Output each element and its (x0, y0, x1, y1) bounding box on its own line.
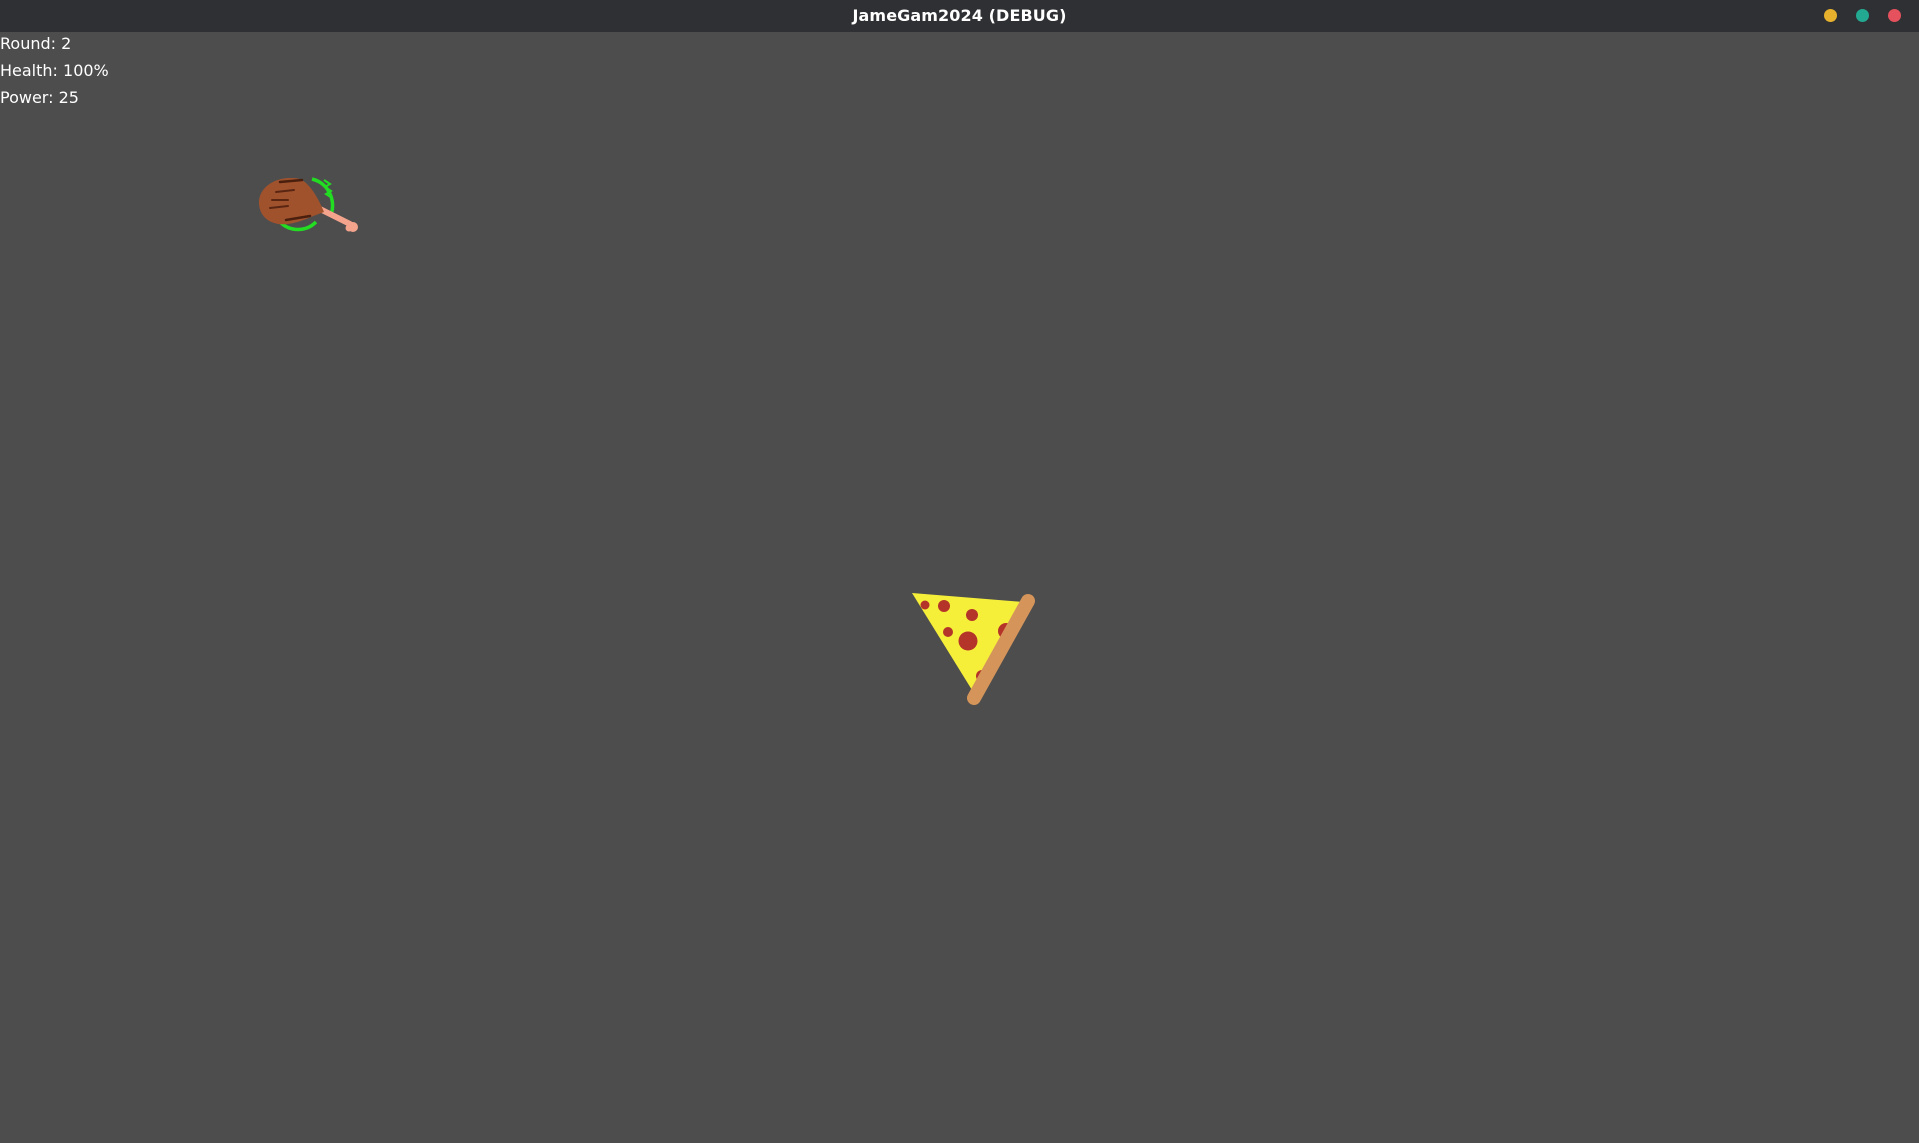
health-readout: Health: 100% (0, 61, 109, 80)
close-button[interactable] (1888, 9, 1901, 22)
chicken-drumstick-icon (258, 177, 358, 232)
window-title: JameGam2024 (DEBUG) (852, 6, 1067, 25)
maximize-button[interactable] (1856, 9, 1869, 22)
minimize-button[interactable] (1824, 9, 1837, 22)
game-viewport[interactable]: Round: 2 Health: 100% Power: 25 (0, 32, 1919, 1143)
power-readout: Power: 25 (0, 88, 79, 107)
pizza-slice-icon (912, 593, 1035, 705)
enemy-pizza-slice (912, 593, 1035, 705)
player-drumstick (258, 177, 358, 232)
round-counter: Round: 2 (0, 34, 72, 53)
hud: Round: 2 Health: 100% Power: 25 (0, 32, 109, 113)
game-window: JameGam2024 (DEBUG) Round: 2 Health: 100… (0, 0, 1919, 1143)
title-bar[interactable]: JameGam2024 (DEBUG) (0, 0, 1919, 32)
